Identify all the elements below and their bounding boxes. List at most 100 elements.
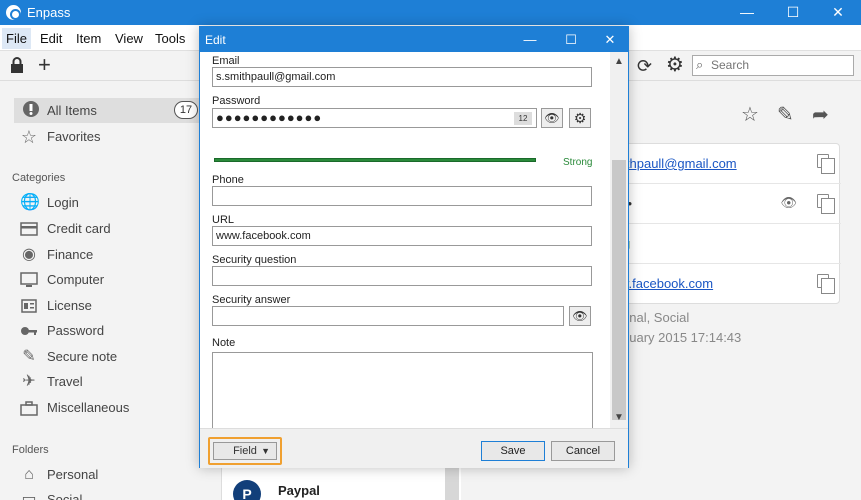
sidebar-item-miscellaneous[interactable]: Miscellaneous <box>0 397 200 419</box>
password-strength-bar <box>214 158 536 162</box>
detail-strength-row: g <box>601 224 841 264</box>
sidebar-item-credit-card[interactable]: Credit card <box>0 218 200 240</box>
show-password-eye-icon[interactable]: 👁 <box>541 108 563 128</box>
sidebar-item-computer[interactable]: Computer <box>0 269 200 291</box>
password-label: Password <box>212 95 261 107</box>
add-field-dropdown[interactable]: Field ▼ <box>208 437 282 465</box>
edit-pencil-icon[interactable]: ✎ <box>777 102 794 127</box>
close-button[interactable]: ✕ <box>815 0 861 25</box>
sidebar-item-password[interactable]: Password <box>0 320 200 342</box>
sidebar-item-label: Secure note <box>47 349 118 364</box>
detail-url-value[interactable]: v.facebook.com <box>623 276 713 291</box>
window-title-bar: Enpass — ☐ ✕ <box>0 0 861 25</box>
add-icon[interactable]: + <box>38 54 51 76</box>
menu-tools[interactable]: Tools <box>155 31 185 46</box>
security-answer-field[interactable] <box>212 306 564 326</box>
sidebar-item-label: Finance <box>47 247 94 262</box>
sidebar-item-label: Login <box>47 195 79 210</box>
copy-icon[interactable] <box>817 274 835 294</box>
sync-icon[interactable]: ⟳ <box>637 57 652 75</box>
password-field[interactable]: ●●●●●●●●●●●● 12 <box>212 108 537 128</box>
eye-icon[interactable]: 👁 <box>780 195 797 211</box>
phone-label: Phone <box>212 174 244 186</box>
show-answer-eye-icon[interactable]: 👁 <box>569 306 591 326</box>
detail-email-row: ithpaull@gmail.com <box>601 144 841 184</box>
all-items-icon <box>22 100 40 118</box>
email-field[interactable]: s.smithpaull@gmail.com <box>212 67 592 87</box>
dialog-minimize-button[interactable]: — <box>510 27 550 52</box>
menu-edit[interactable]: Edit <box>40 31 62 46</box>
categories-heading: Categories <box>12 172 66 184</box>
url-label: URL <box>212 214 235 226</box>
search-box[interactable]: ⌕ <box>692 55 854 76</box>
license-card-icon <box>20 297 38 315</box>
dialog-close-button[interactable]: ✕ <box>590 27 630 52</box>
dialog-title-bar: Edit — ☐ ✕ <box>200 27 628 52</box>
sidebar-item-label: License <box>47 298 92 313</box>
dialog-form: Email s.smithpaull@gmail.com Password ●●… <box>200 52 610 428</box>
save-button[interactable]: Save <box>481 441 545 461</box>
password-dots: ●●●●●●●●●●●● <box>216 110 323 125</box>
list-item[interactable]: P Paypal <box>231 478 461 500</box>
dialog-title: Edit <box>205 33 226 47</box>
note-pencil-icon: ✎ <box>22 348 36 365</box>
folder-icon: ▭ <box>21 491 37 500</box>
sidebar-item-label: All Items <box>47 103 97 118</box>
phone-field[interactable] <box>212 186 592 206</box>
url-field[interactable]: www.facebook.com <box>212 226 592 246</box>
share-arrow-icon[interactable]: ➦ <box>812 102 829 127</box>
sidebar-item-favorites[interactable]: ☆ Favorites <box>0 126 200 148</box>
computer-monitor-icon <box>20 271 38 289</box>
sidebar-item-all-items[interactable]: All Items 17 <box>14 98 200 123</box>
sidebar-item-login[interactable]: 🌐 Login <box>0 192 200 214</box>
minimize-button[interactable]: — <box>724 0 770 25</box>
sidebar-item-travel[interactable]: ✈ Travel <box>0 371 200 393</box>
list-item-title: Paypal <box>278 483 320 498</box>
copy-icon[interactable] <box>817 154 835 174</box>
security-question-label: Security question <box>212 254 297 266</box>
detail-email-value[interactable]: ithpaull@gmail.com <box>623 156 737 171</box>
detail-password-row: •• 👁 <box>601 184 841 224</box>
scroll-up-icon[interactable]: ▲ <box>614 56 624 67</box>
paypal-logo-icon: P <box>233 480 261 500</box>
field-button[interactable]: Field ▼ <box>213 442 277 460</box>
password-length-badge: 12 <box>514 112 532 125</box>
lock-icon[interactable] <box>10 57 24 74</box>
copy-icon[interactable] <box>817 194 835 214</box>
menu-file[interactable]: File <box>2 28 31 49</box>
menu-item[interactable]: Item <box>76 31 101 46</box>
maximize-button[interactable]: ☐ <box>770 0 816 25</box>
scroll-down-icon[interactable]: ▼ <box>614 412 624 423</box>
count-badge: 17 <box>174 101 198 119</box>
favorite-star-icon[interactable]: ☆ <box>741 102 759 127</box>
security-question-field[interactable] <box>212 266 592 286</box>
sidebar-item-label: Social <box>47 492 83 500</box>
scrollbar-thumb[interactable] <box>612 160 626 420</box>
sidebar-item-license[interactable]: License <box>0 295 200 317</box>
briefcase-icon <box>20 399 38 417</box>
window-title: Enpass <box>27 5 71 20</box>
sidebar-item-label: Password <box>47 323 105 338</box>
sidebar-item-social[interactable]: ▭ Social <box>0 489 200 500</box>
sidebar-item-label: Credit card <box>47 221 111 236</box>
finance-coin-icon: ◉ <box>22 246 36 263</box>
menu-view[interactable]: View <box>115 31 143 46</box>
dialog-maximize-button[interactable]: ☐ <box>551 27 591 52</box>
sidebar-item-secure-note[interactable]: ✎ Secure note <box>0 346 200 368</box>
dialog-scrollbar[interactable]: ▲ ▼ <box>610 52 628 428</box>
star-icon: ☆ <box>20 127 38 147</box>
credit-card-icon <box>20 220 38 238</box>
search-input[interactable] <box>711 58 851 72</box>
airplane-icon: ✈ <box>22 373 36 390</box>
sidebar: All Items 17 ☆ Favorites Categories 🌐 Lo… <box>0 82 210 500</box>
sidebar-item-personal[interactable]: ⌂ Personal <box>0 464 200 486</box>
password-generator-gear-icon[interactable]: ⚙ <box>569 108 591 128</box>
edit-dialog: Edit — ☐ ✕ Email s.smithpaull@gmail.com … <box>199 26 629 468</box>
globe-icon: 🌐 <box>20 194 40 211</box>
settings-gear-icon[interactable]: ⚙ <box>666 55 684 75</box>
key-icon <box>20 322 38 340</box>
home-icon: ⌂ <box>24 466 34 483</box>
cancel-button[interactable]: Cancel <box>551 441 615 461</box>
note-field[interactable] <box>212 352 593 428</box>
sidebar-item-finance[interactable]: ◉ Finance <box>0 244 200 266</box>
